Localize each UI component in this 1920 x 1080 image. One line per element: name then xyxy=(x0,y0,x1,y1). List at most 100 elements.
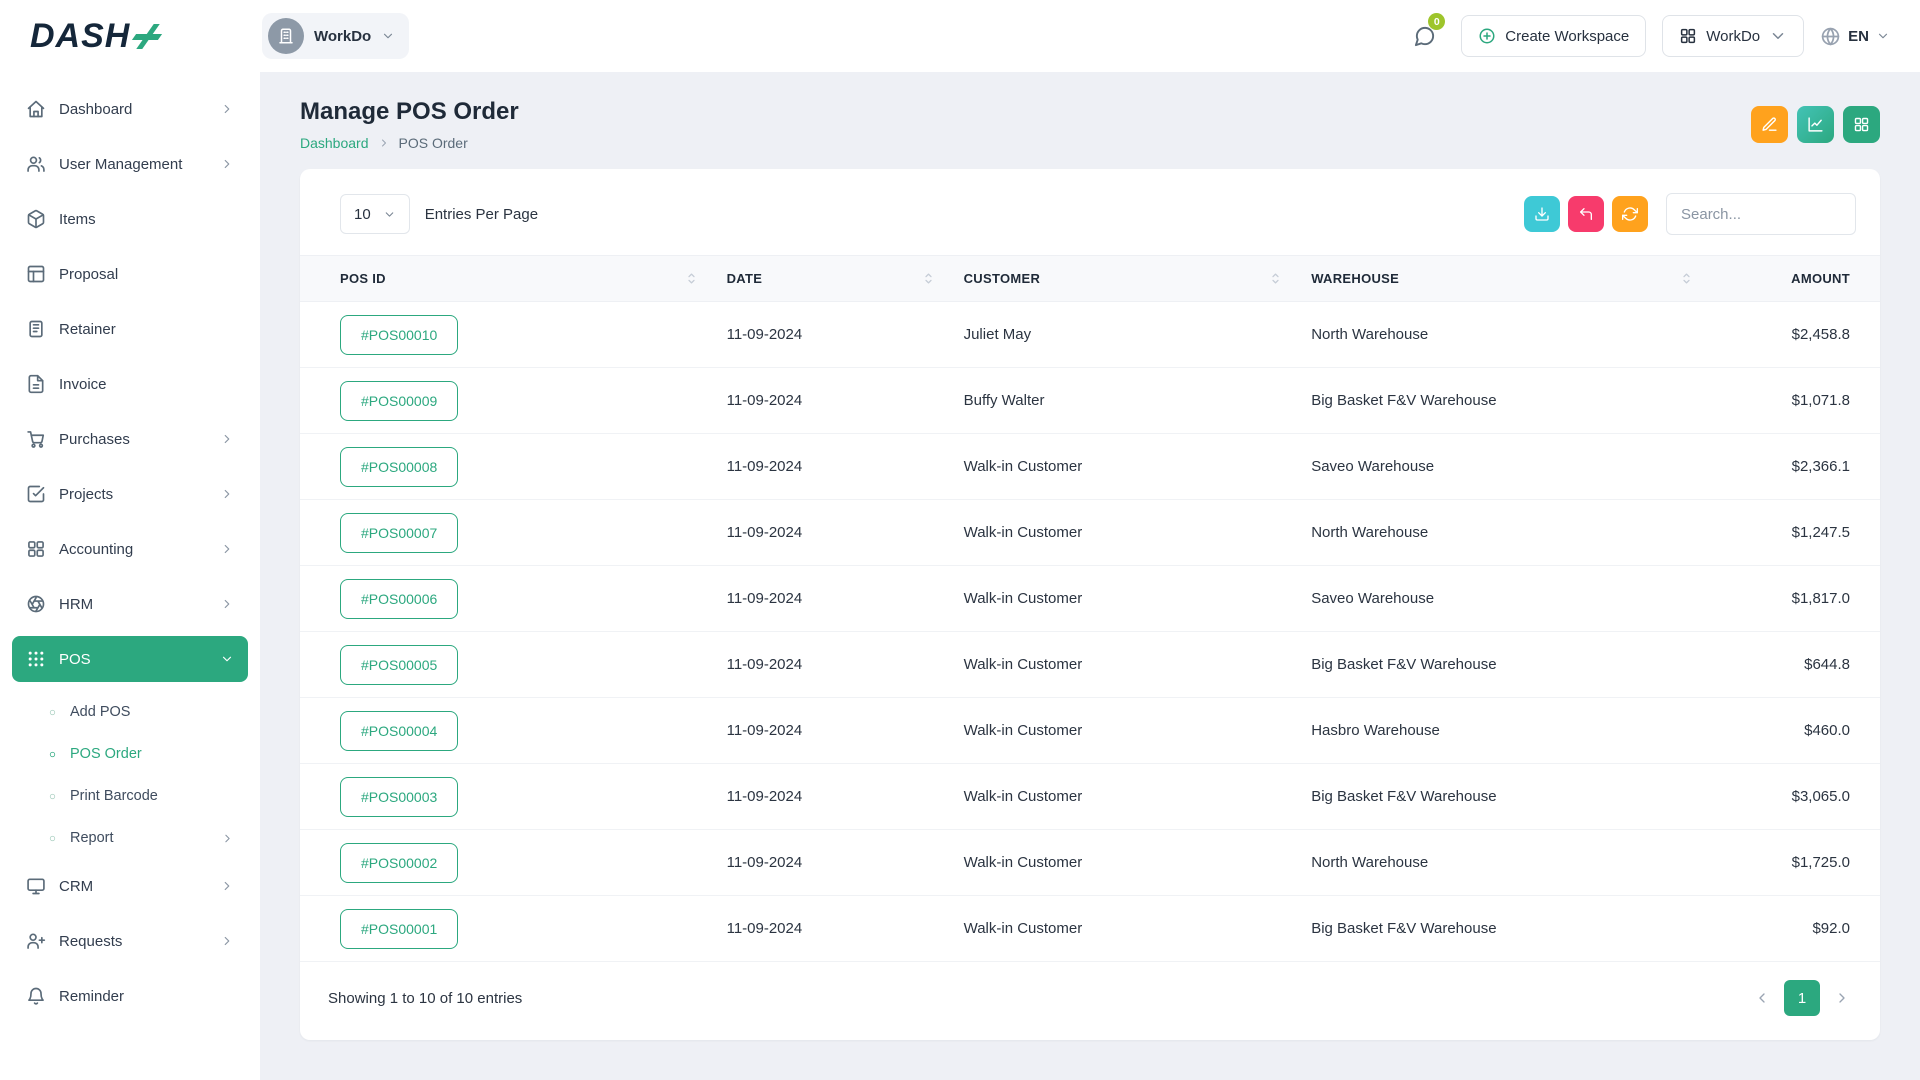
customer-cell: Buffy Walter xyxy=(964,368,1312,434)
sidebar-item-pos[interactable]: POS xyxy=(12,636,248,682)
customer-cell: Walk-in Customer xyxy=(964,896,1312,962)
column-header-pos-id[interactable]: POS ID xyxy=(300,256,727,302)
create-workspace-button[interactable]: Create Workspace xyxy=(1461,15,1646,57)
sidebar-item-hrm[interactable]: HRM xyxy=(12,581,248,627)
pos-id-link[interactable]: #POS00007 xyxy=(340,513,458,553)
customer-cell: Walk-in Customer xyxy=(964,698,1312,764)
sidebar-item-requests[interactable]: Requests xyxy=(12,918,248,964)
amount-cell: $460.0 xyxy=(1722,698,1880,764)
column-header-customer[interactable]: CUSTOMER xyxy=(964,256,1312,302)
workspace-name: WorkDo xyxy=(314,28,371,45)
page-number-button[interactable]: 1 xyxy=(1784,980,1820,1016)
create-workspace-label: Create Workspace xyxy=(1505,28,1629,45)
pos-id-link[interactable]: #POS00010 xyxy=(340,315,458,355)
sidebar-item-label: Reminder xyxy=(59,988,124,1005)
table-row: #POS0001011-09-2024Juliet MayNorth Wareh… xyxy=(300,302,1880,368)
sidebar-subitem-label: Print Barcode xyxy=(70,788,158,804)
logo-area: DASH xyxy=(30,17,262,56)
sidebar-subitem-pos-order[interactable]: POS Order xyxy=(12,733,248,775)
sort-icon xyxy=(1268,271,1283,286)
column-header-amount[interactable]: AMOUNT xyxy=(1722,256,1880,302)
sidebar-item-label: CRM xyxy=(59,878,93,895)
projects-icon xyxy=(26,484,46,504)
logo-plus-icon xyxy=(134,21,160,51)
purchases-icon xyxy=(26,429,46,449)
bullet-icon xyxy=(48,792,57,801)
previous-page-button[interactable] xyxy=(1746,982,1778,1014)
main-content: Manage POS Order Dashboard POS Order 10 xyxy=(260,72,1920,1080)
column-label: CUSTOMER xyxy=(964,271,1041,286)
pencil-icon xyxy=(1761,116,1778,133)
pos-id-link[interactable]: #POS00008 xyxy=(340,447,458,487)
export-button[interactable] xyxy=(1524,196,1560,232)
chevron-right-icon xyxy=(220,102,234,116)
pos-id-link[interactable]: #POS00009 xyxy=(340,381,458,421)
sidebar-item-label: Projects xyxy=(59,486,113,503)
chevron-right-icon xyxy=(220,934,234,948)
sidebar-item-label: Proposal xyxy=(59,266,118,283)
workspace-selector[interactable]: WorkDo xyxy=(262,13,409,59)
reset-button[interactable] xyxy=(1568,196,1604,232)
sidebar-item-proposal[interactable]: Proposal xyxy=(12,251,248,297)
search-input[interactable] xyxy=(1666,193,1856,235)
date-cell: 11-09-2024 xyxy=(727,896,964,962)
sidebar-item-retainer[interactable]: Retainer xyxy=(12,306,248,352)
sidebar-item-user-management[interactable]: User Management xyxy=(12,141,248,187)
sidebar-item-crm[interactable]: CRM xyxy=(12,863,248,909)
breadcrumb-dashboard-link[interactable]: Dashboard xyxy=(300,135,369,151)
warehouse-cell: Hasbro Warehouse xyxy=(1311,698,1722,764)
customer-cell: Walk-in Customer xyxy=(964,830,1312,896)
crm-icon xyxy=(26,876,46,896)
sidebar-subitem-report[interactable]: Report xyxy=(12,817,248,859)
workspace-avatar xyxy=(268,18,304,54)
sidebar-item-dashboard[interactable]: Dashboard xyxy=(12,86,248,132)
entries-per-page-select[interactable]: 10 xyxy=(340,194,410,234)
bullet-icon xyxy=(48,708,57,717)
chevron-down-icon xyxy=(1876,29,1890,43)
customer-cell: Walk-in Customer xyxy=(964,500,1312,566)
sidebar-subitem-label: Report xyxy=(70,830,114,846)
sidebar-item-reminder[interactable]: Reminder xyxy=(12,973,248,1019)
pos-id-link[interactable]: #POS00003 xyxy=(340,777,458,817)
pos-order-table: POS IDDATE CUSTOMER WAREHOUSEAMOUNT #POS00… xyxy=(300,255,1880,962)
edit-button[interactable] xyxy=(1751,106,1788,143)
dash-logo[interactable]: DASH xyxy=(30,17,160,56)
next-page-button[interactable] xyxy=(1826,982,1858,1014)
undo-icon xyxy=(1578,206,1594,222)
sidebar-item-items[interactable]: Items xyxy=(12,196,248,242)
messages-button[interactable]: 0 xyxy=(1403,16,1445,56)
chevron-right-icon xyxy=(220,879,234,893)
date-cell: 11-09-2024 xyxy=(727,698,964,764)
refresh-button[interactable] xyxy=(1612,196,1648,232)
sidebar-item-label: Requests xyxy=(59,933,122,950)
pos-order-card: 10 Entries Per Page POS IDDA xyxy=(300,169,1880,1040)
sidebar-subitem-add-pos[interactable]: Add POS xyxy=(12,691,248,733)
app-menu-button[interactable]: WorkDo xyxy=(1662,15,1804,57)
entries-per-page-value: 10 xyxy=(354,206,371,223)
customer-cell: Walk-in Customer xyxy=(964,566,1312,632)
pos-id-link[interactable]: #POS00005 xyxy=(340,645,458,685)
sidebar-item-invoice[interactable]: Invoice xyxy=(12,361,248,407)
language-selector[interactable]: EN xyxy=(1820,26,1890,47)
report-chart-button[interactable] xyxy=(1797,106,1834,143)
sidebar-item-purchases[interactable]: Purchases xyxy=(12,416,248,462)
column-label: DATE xyxy=(727,271,763,286)
sidebar-item-label: Invoice xyxy=(59,376,107,393)
sidebar-item-accounting[interactable]: Accounting xyxy=(12,526,248,572)
warehouse-cell: Big Basket F&V Warehouse xyxy=(1311,764,1722,830)
warehouse-cell: Saveo Warehouse xyxy=(1311,566,1722,632)
sidebar-subitem-print-barcode[interactable]: Print Barcode xyxy=(12,775,248,817)
sidebar-item-projects[interactable]: Projects xyxy=(12,471,248,517)
grid-view-button[interactable] xyxy=(1843,106,1880,143)
table-row: #POS0000211-09-2024Walk-in CustomerNorth… xyxy=(300,830,1880,896)
chevron-right-icon xyxy=(220,432,234,446)
column-header-date[interactable]: DATE xyxy=(727,256,964,302)
page-actions xyxy=(1751,106,1880,143)
globe-icon xyxy=(1820,26,1841,47)
pos-id-link[interactable]: #POS00001 xyxy=(340,909,458,949)
pos-id-link[interactable]: #POS00004 xyxy=(340,711,458,751)
table-row: #POS0000111-09-2024Walk-in CustomerBig B… xyxy=(300,896,1880,962)
column-header-warehouse[interactable]: WAREHOUSE xyxy=(1311,256,1722,302)
pos-id-link[interactable]: #POS00006 xyxy=(340,579,458,619)
pos-id-link[interactable]: #POS00002 xyxy=(340,843,458,883)
